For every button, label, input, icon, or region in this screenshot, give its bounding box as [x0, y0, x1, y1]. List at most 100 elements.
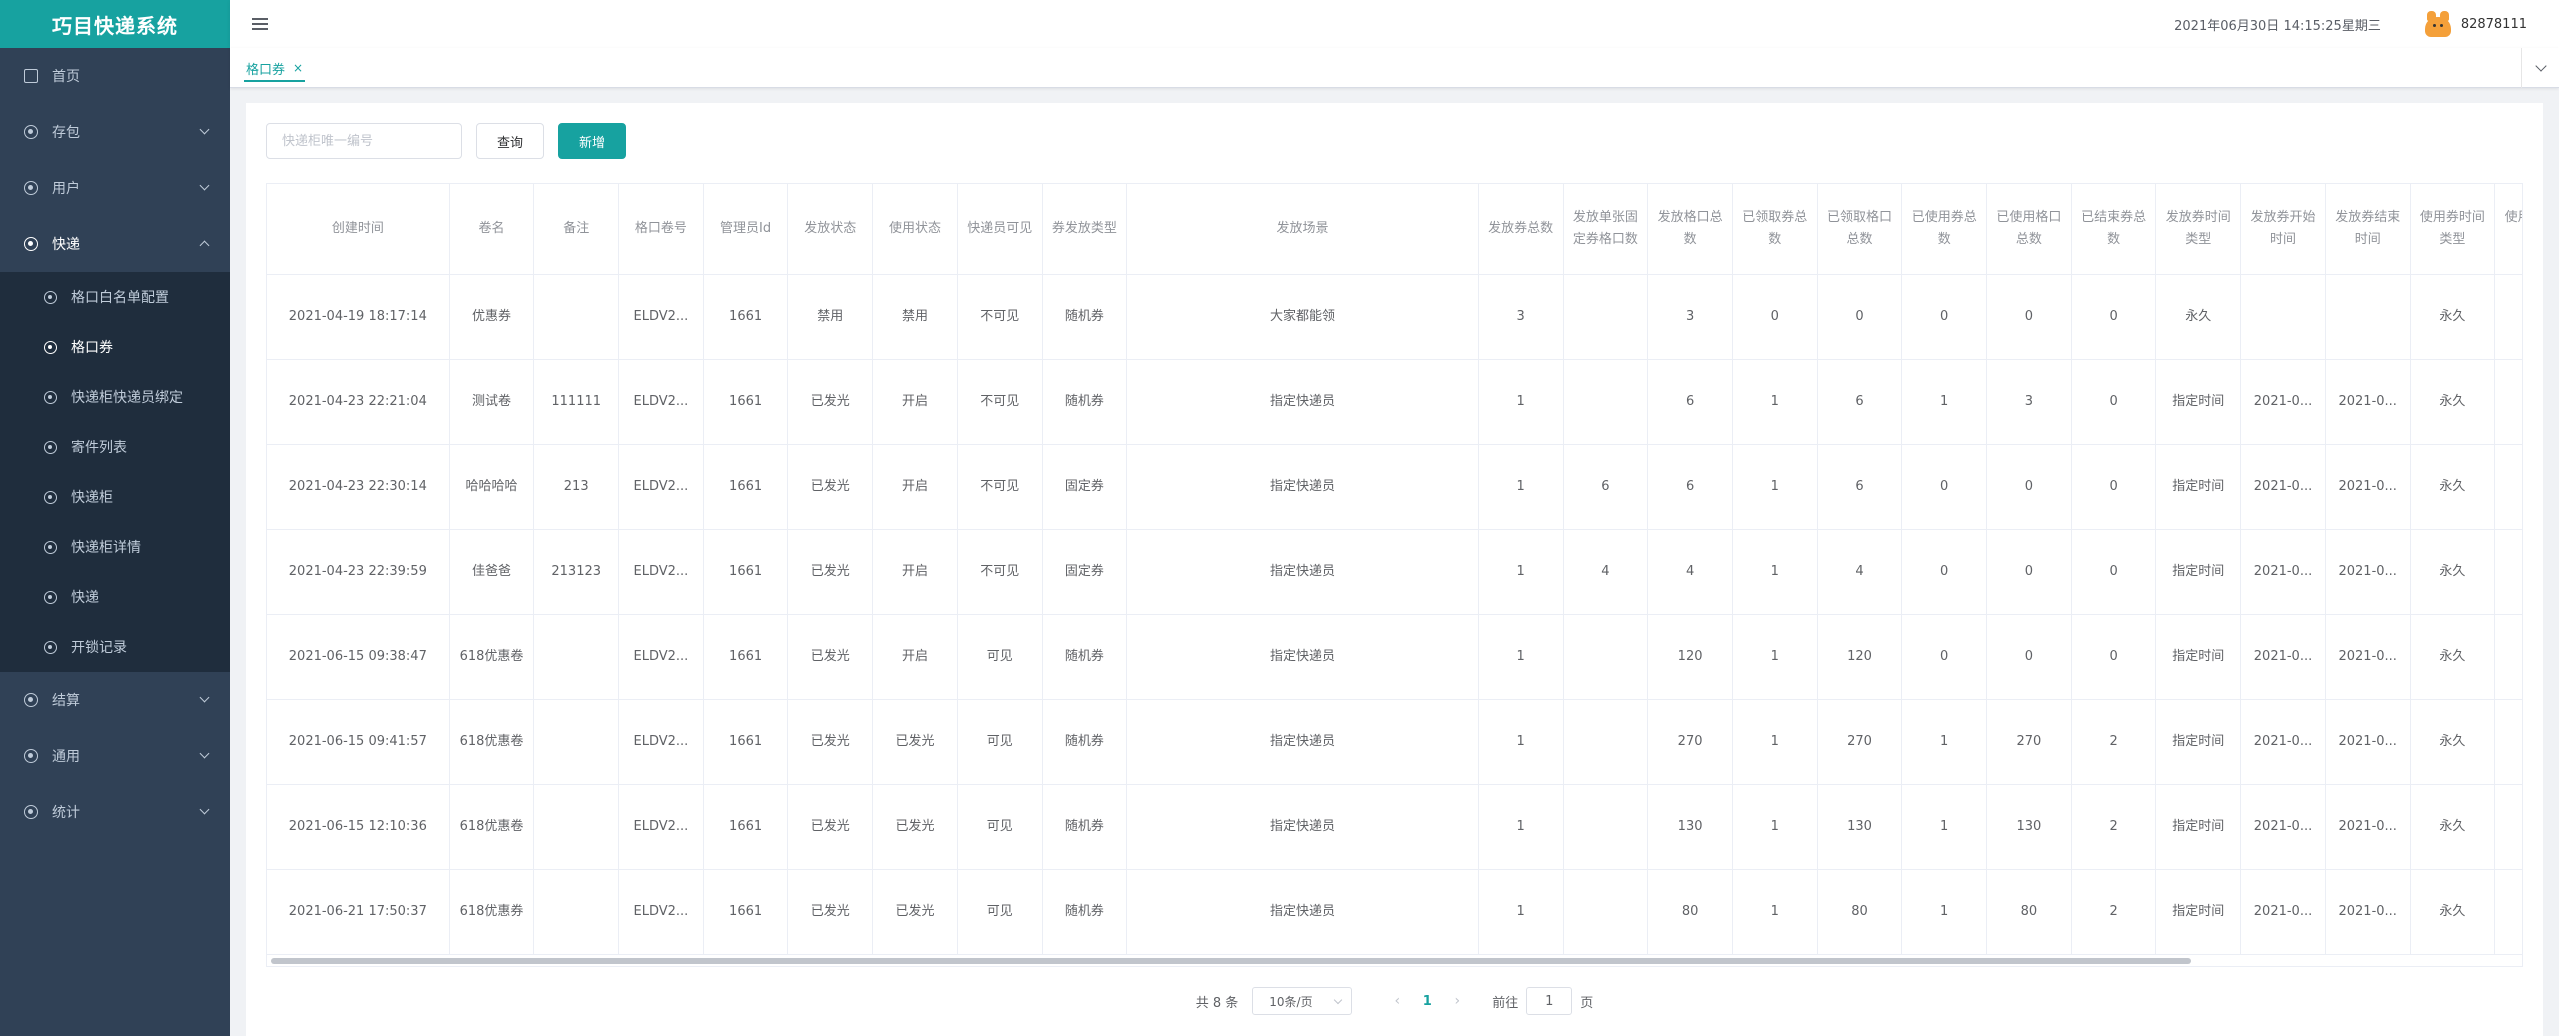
table-cell: 随机券 — [1042, 784, 1128, 870]
table-cell: 指定时间 — [2155, 359, 2242, 445]
table-cell: 佳爸爸 — [449, 529, 535, 615]
chevron-down-icon — [199, 124, 210, 135]
sidebar-subitem-locker[interactable]: 快递柜 — [0, 472, 230, 522]
table-row[interactable]: 2021-04-23 22:39:59 佳爸爸 213123 ELDV2... 1661… — [267, 529, 2522, 615]
table-row[interactable]: 2021-06-15 09:41:57 618优惠卷 ELDV2... 1661 已发光… — [267, 699, 2522, 785]
sidebar-subitem-send-list[interactable]: 寄件列表 — [0, 422, 230, 472]
sidebar-item-storage[interactable]: 存包 — [0, 104, 230, 160]
sidebar-subitem-express[interactable]: 快递 — [0, 572, 230, 622]
hamburger-icon[interactable] — [252, 15, 268, 33]
sidebar-subitem-locker-detail[interactable]: 快递柜详情 — [0, 522, 230, 572]
table-header-cell: 发放状态 — [787, 184, 874, 275]
header-username[interactable]: 82878111 — [2461, 17, 2527, 32]
sidebar-subitem-label: 格口券 — [71, 340, 113, 356]
table-cell: ELDV2... — [618, 614, 704, 700]
horizontal-scrollbar[interactable] — [266, 955, 2523, 967]
table-cell: 永久 — [2410, 614, 2496, 700]
table-cell: ELDV2... — [618, 529, 704, 615]
table-row[interactable]: 2021-04-19 18:17:14 优惠券 ELDV2... 1661 禁用 禁用 不可… — [267, 274, 2522, 360]
table-cell: 0 — [1901, 529, 1988, 615]
sidebar-subitem-courier-binding[interactable]: 快递柜快递员绑定 — [0, 372, 230, 422]
page-size-select[interactable]: 10条/页 — [1252, 987, 1353, 1015]
sidebar-item-general[interactable]: 通用 — [0, 728, 230, 784]
table-cell: 270 — [1817, 699, 1903, 785]
table-cell: 已发光 — [872, 869, 958, 955]
search-input[interactable] — [266, 123, 462, 159]
table-header-cell: 卷名 — [449, 184, 535, 275]
table-header-cell: 已领取券总数 — [1732, 184, 1818, 275]
tab-coupon[interactable]: 格口券 × — [244, 56, 306, 82]
table-cell: 禁用 — [872, 274, 958, 360]
sidebar-subitem-label: 快递柜详情 — [71, 540, 141, 556]
table-cell — [2494, 784, 2522, 870]
table-cell: 1 — [1478, 869, 1564, 955]
sidebar-item-home[interactable]: 首页 — [0, 48, 230, 104]
sidebar-item-label: 快递 — [52, 237, 80, 253]
goto-page-input[interactable] — [1526, 987, 1573, 1015]
avatar[interactable] — [2423, 11, 2453, 37]
table-cell: 2021-0... — [2240, 869, 2326, 955]
close-icon[interactable]: × — [293, 61, 303, 75]
query-button[interactable]: 查询 — [476, 123, 545, 159]
table-cell: 0 — [1986, 529, 2072, 615]
table-cell: 哈哈哈哈 — [449, 444, 535, 530]
sidebar-item-statistics[interactable]: 统计 — [0, 784, 230, 840]
table-header-row: 创建时间 卷名 备注 格口卷号 管理员Id 发放状态 使用状态 快递员可见 券发放类型 发放场景发… — [267, 184, 2522, 275]
sidebar-item-users[interactable]: 用户 — [0, 160, 230, 216]
gear-icon — [44, 590, 57, 604]
prev-page-button[interactable]: ‹ — [1382, 993, 1412, 1009]
table-cell: 1661 — [703, 784, 789, 870]
table-row[interactable]: 2021-04-23 22:30:14 哈哈哈哈 213 ELDV2... 1661 已发… — [267, 444, 2522, 530]
add-button[interactable]: 新增 — [558, 123, 627, 159]
sidebar-item-express[interactable]: 快递 — [0, 216, 230, 272]
table-header-cell: 发放单张固定券格口数 — [1563, 184, 1649, 275]
table-cell: 2021-04-23 22:30:14 — [267, 444, 450, 530]
sidebar-item-label: 首页 — [52, 69, 80, 85]
table-cell: 0 — [1901, 614, 1988, 700]
table-cell: 4 — [1563, 529, 1649, 615]
table-cell: 111111 — [533, 359, 620, 445]
table-cell: 80 — [1817, 869, 1903, 955]
table-cell: ELDV2... — [618, 699, 704, 785]
table-cell: 130 — [1647, 784, 1733, 870]
table-cell: 指定快递员 — [1126, 614, 1479, 700]
scrollbar-thumb[interactable] — [271, 958, 2191, 964]
table-cell: 2021-04-19 18:17:14 — [267, 274, 450, 360]
gear-icon — [24, 181, 38, 195]
sidebar-subitem-unlock-log[interactable]: 开锁记录 — [0, 622, 230, 672]
table-cell: 120 — [1817, 614, 1903, 700]
next-page-button[interactable]: › — [1442, 993, 1472, 1009]
table-cell: 6 — [1647, 359, 1733, 445]
sidebar-item-label: 统计 — [52, 805, 80, 821]
table-row[interactable]: 2021-06-15 12:10:36 618优惠卷 ELDV2... 1661 已发光… — [267, 784, 2522, 870]
app-logo: 巧目快递系统 — [0, 0, 230, 48]
sidebar-subitem-coupon[interactable]: 格口券 — [0, 322, 230, 372]
sidebar-item-settlement[interactable]: 结算 — [0, 672, 230, 728]
sidebar-subitem-whitelist[interactable]: 格口白名单配置 — [0, 272, 230, 322]
gear-icon — [24, 805, 38, 819]
table-cell: 2 — [2071, 784, 2157, 870]
table-cell — [2494, 614, 2522, 700]
table-cell: 永久 — [2410, 529, 2496, 615]
table-cell: 已发光 — [787, 444, 874, 530]
header-datetime: 2021年06月30日 14:15:25星期三 — [2174, 18, 2381, 34]
tags-dropdown-button[interactable] — [2521, 48, 2559, 88]
sidebar-item-label: 结算 — [52, 693, 80, 709]
table-cell: 固定券 — [1042, 529, 1128, 615]
gear-icon — [24, 125, 38, 139]
table-cell: 随机券 — [1042, 699, 1128, 785]
table-row[interactable]: 2021-04-23 22:21:04 测试卷 111111 ELDV2... 1661… — [267, 359, 2522, 445]
table-header-cell: 管理员Id — [703, 184, 789, 275]
table-cell: 已发光 — [872, 784, 958, 870]
page-number-current[interactable]: 1 — [1412, 994, 1442, 1009]
sidebar-subitem-label: 快递柜快递员绑定 — [71, 390, 183, 406]
toolbar: 查询 新增 — [266, 123, 627, 159]
table-cell: 1 — [1478, 699, 1564, 785]
table-cell: 0 — [1817, 274, 1903, 360]
table-row[interactable]: 2021-06-21 17:50:37 618优惠券 ELDV2... 1661 已发光… — [267, 869, 2522, 955]
table-cell — [533, 274, 620, 360]
table-row[interactable]: 2021-06-15 09:38:47 618优惠卷 ELDV2... 1661 已发光… — [267, 614, 2522, 700]
table-header-cell: 发放券总数 — [1478, 184, 1564, 275]
table-cell: 1 — [1901, 359, 1988, 445]
table-cell — [2325, 274, 2411, 360]
